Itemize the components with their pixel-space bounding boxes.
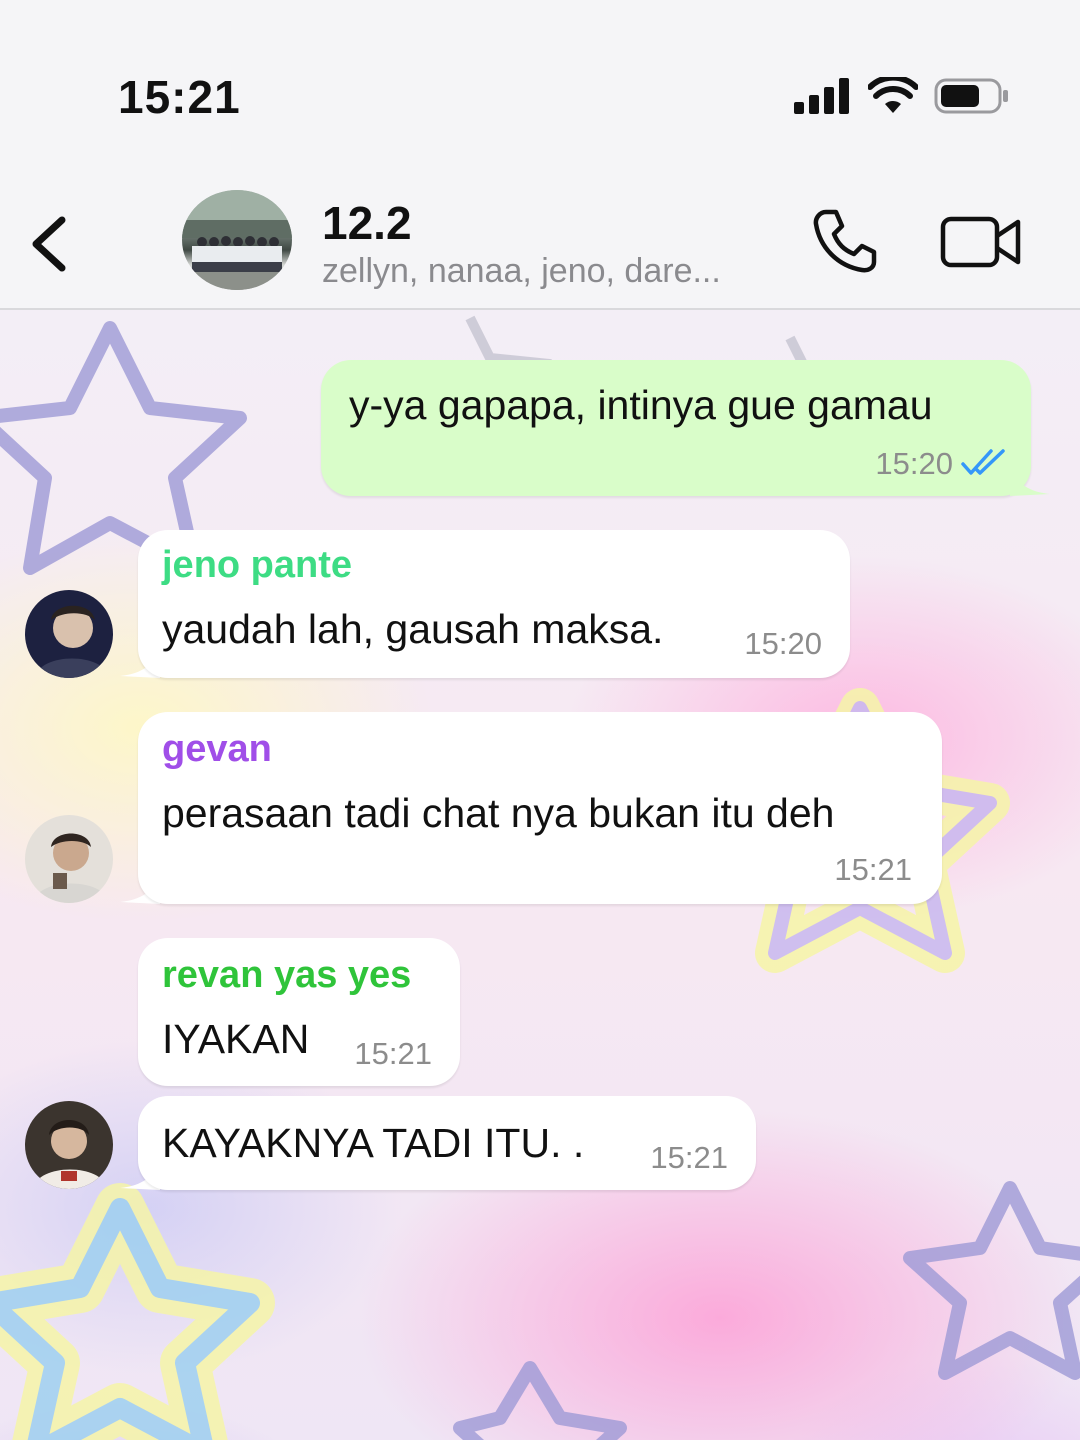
message-time: 15:21 [650,1140,728,1175]
message-bubble-incoming[interactable]: KAYAKNYA TADI ITU. . 15:21 [138,1096,756,1190]
message-time: 15:21 [354,1036,432,1071]
message-bubble-incoming[interactable]: revan yas yes IYAKAN 15:21 [138,938,460,1086]
wifi-icon [868,77,918,113]
sender-name[interactable]: revan yas yes [162,954,411,997]
bubble-tail [1010,466,1050,496]
message-text: KAYAKNYA TADI ITU. . [162,1120,585,1166]
avatar-gevan[interactable] [25,815,113,903]
message-time: 15:20 [744,626,822,661]
sender-name[interactable]: jeno pante [162,544,352,587]
chat-header: 12.2 zellyn, nanaa, jeno, dare... [0,190,1080,310]
message-bubble-incoming[interactable]: jeno pante yaudah lah, gausah maksa. 15:… [138,530,850,678]
status-time: 15:21 [118,71,241,123]
chevron-left-icon[interactable] [24,212,74,276]
status-icons [794,76,1010,116]
status-bar: 15:21 [0,0,1080,190]
message-text: yaudah lah, gausah maksa. [162,606,664,652]
message-bubble-outgoing[interactable]: y-ya gapapa, intinya gue gamau 15:20 [321,360,1031,496]
double-check-icon [961,449,1005,475]
message-bubble-incoming[interactable]: gevan perasaan tadi chat nya bukan itu d… [138,712,942,904]
battery-icon [934,78,1008,114]
phone-icon[interactable] [812,208,878,274]
message-text: perasaan tadi chat nya bukan itu deh [162,790,835,836]
message-text: IYAKAN [162,1016,310,1062]
group-name[interactable]: 12.2 [322,196,412,250]
message-time: 15:21 [834,852,912,887]
video-camera-icon[interactable] [940,214,1022,270]
signal-icon [794,78,849,114]
avatar-jeno[interactable] [25,590,113,678]
group-members[interactable]: zellyn, nanaa, jeno, dare... [322,252,782,291]
message-time: 15:20 [875,446,953,481]
avatar-revan[interactable] [25,1101,113,1189]
group-avatar[interactable] [182,190,292,290]
sender-name[interactable]: gevan [162,728,272,771]
message-text: y-ya gapapa, intinya gue gamau [349,382,933,428]
